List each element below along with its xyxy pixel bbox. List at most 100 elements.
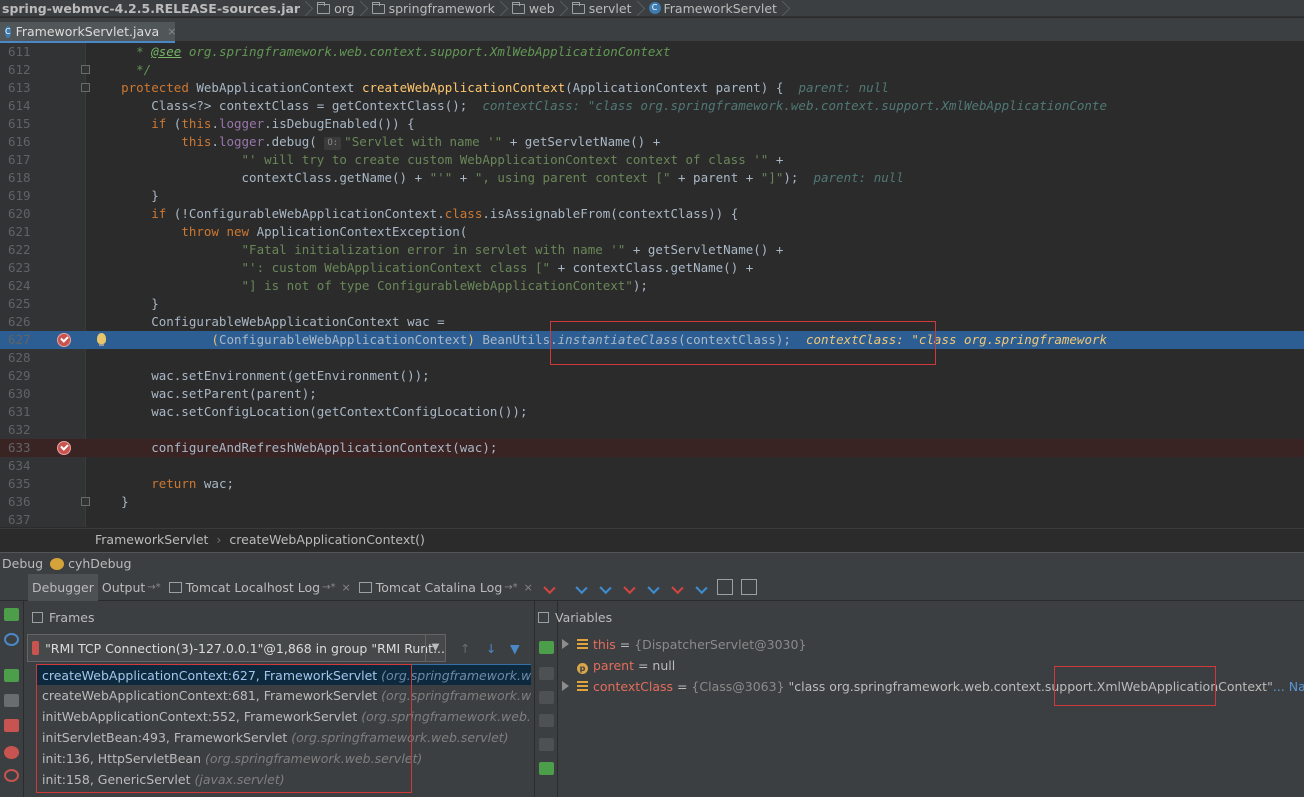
breadcrumb-arrow-icon: › bbox=[216, 531, 222, 547]
step-out-icon[interactable] bbox=[645, 579, 661, 595]
frames-title: Frames bbox=[49, 609, 95, 625]
move-down-icon[interactable] bbox=[539, 714, 554, 727]
folder-icon bbox=[317, 2, 331, 14]
code-line: 635 return wac; bbox=[0, 475, 1304, 493]
thread-label: "RMI TCP Connection(3)-127.0.0.1"@1,868 … bbox=[45, 640, 445, 656]
breadcrumb-springframework[interactable]: springframework bbox=[369, 0, 499, 16]
breadcrumb-separator bbox=[781, 0, 789, 16]
code-text: return wac; bbox=[151, 476, 235, 491]
line-number: 628 bbox=[8, 350, 31, 365]
code-line: 617 "' will try to create custom WebAppl… bbox=[0, 151, 1304, 169]
breadcrumb-web[interactable]: web bbox=[509, 0, 559, 16]
tab-label: Output bbox=[101, 579, 146, 595]
code-text: wac.setConfigLocation(getContextConfigLo… bbox=[91, 404, 528, 419]
drop-frame-icon[interactable] bbox=[669, 579, 685, 595]
line-number: 627 bbox=[8, 332, 31, 347]
tab-output[interactable]: Output →* bbox=[98, 574, 165, 601]
copy-icon[interactable] bbox=[539, 738, 554, 751]
fold-icon[interactable] bbox=[81, 497, 90, 506]
code-editor[interactable]: 611 * @see org.springframework.web.conte… bbox=[0, 43, 1304, 527]
rerun-icon[interactable] bbox=[4, 608, 19, 621]
breadcrumb-jar[interactable]: spring-webmvc-4.2.5.RELEASE-sources.jar bbox=[0, 0, 304, 16]
stop-icon[interactable] bbox=[4, 719, 19, 732]
variable-row[interactable]: this = {DispatcherServlet@3030} bbox=[562, 634, 806, 655]
breadcrumb-servlet[interactable]: servlet bbox=[569, 0, 636, 16]
force-step-into-icon[interactable] bbox=[621, 579, 637, 595]
remove-watch-icon[interactable] bbox=[539, 667, 554, 680]
line-number: 622 bbox=[8, 242, 31, 257]
close-icon[interactable]: × bbox=[342, 581, 351, 594]
breadcrumb-method[interactable]: createWebApplicationContext() bbox=[229, 532, 425, 547]
javadoc-tag: @see bbox=[151, 44, 182, 59]
inline-debug-value: parent: null bbox=[813, 170, 904, 185]
tab-tomcat-catalina-log[interactable]: Tomcat Catalina Log →* × bbox=[355, 574, 537, 601]
code-line: 616 this.logger.debug( O: "Servlet with n… bbox=[0, 133, 1304, 151]
view-breakpoints-icon[interactable] bbox=[4, 746, 19, 759]
pin-icon: →* bbox=[322, 581, 336, 593]
debug-window-title: Debug cyhDebug bbox=[0, 552, 1304, 574]
expand-icon[interactable] bbox=[562, 639, 569, 649]
variable-name: contextClass bbox=[593, 679, 673, 694]
tab-label: Debugger bbox=[32, 579, 94, 595]
class-icon: C bbox=[5, 25, 11, 38]
lightbulb-icon[interactable] bbox=[97, 333, 106, 346]
resume-icon[interactable] bbox=[4, 669, 19, 682]
step-over-icon[interactable] bbox=[573, 579, 589, 595]
breadcrumb-class[interactable]: FrameworkServlet bbox=[95, 532, 208, 547]
line-number: 616 bbox=[8, 134, 31, 149]
variable-row[interactable]: p parent = null bbox=[562, 655, 675, 676]
folder-icon bbox=[371, 2, 385, 14]
tab-frameworkservlet[interactable]: C FrameworkServlet.java × bbox=[0, 22, 176, 44]
thread-selector[interactable]: "RMI TCP Connection(3)-127.0.0.1"@1,868 … bbox=[27, 634, 446, 662]
trace-icon[interactable] bbox=[740, 579, 757, 595]
equals-sign: = bbox=[633, 658, 653, 673]
field-icon bbox=[577, 639, 588, 650]
code-line: 620 if (!ConfigurableWebApplicationConte… bbox=[0, 205, 1304, 223]
step-into-icon[interactable] bbox=[597, 579, 613, 595]
variables-header: Variables bbox=[534, 606, 834, 628]
fold-icon[interactable] bbox=[81, 83, 90, 92]
close-icon[interactable]: × bbox=[524, 581, 533, 594]
variable-name: parent bbox=[593, 658, 634, 673]
fold-icon[interactable] bbox=[81, 65, 90, 74]
breakpoint-icon[interactable] bbox=[57, 441, 71, 455]
line-number: 625 bbox=[8, 296, 31, 311]
line-number: 617 bbox=[8, 152, 31, 167]
tab-tomcat-localhost-log[interactable]: Tomcat Localhost Log →* × bbox=[165, 574, 355, 601]
arrow-up-icon[interactable]: ↑ bbox=[460, 641, 474, 656]
chevron-down-icon[interactable]: ▼ bbox=[425, 635, 445, 661]
refresh-icon[interactable] bbox=[4, 633, 19, 646]
breadcrumb-frameworkservlet[interactable]: C FrameworkServlet bbox=[646, 0, 781, 16]
code-text: } bbox=[91, 188, 159, 203]
expand-icon[interactable] bbox=[562, 681, 569, 691]
line-number: 636 bbox=[8, 494, 31, 509]
line-number: 620 bbox=[8, 206, 31, 221]
breadcrumb-label: servlet bbox=[588, 0, 632, 16]
breakpoint-icon[interactable] bbox=[57, 333, 71, 347]
run-to-cursor-icon[interactable] bbox=[693, 579, 709, 595]
code-line: 631 wac.setConfigLocation(getContextConf… bbox=[0, 403, 1304, 421]
code-text: throw new ApplicationContextException( bbox=[181, 224, 468, 239]
filter-icon[interactable]: ▼ bbox=[510, 641, 524, 656]
code-line: 624 "] is not of type ConfigurableWebApp… bbox=[0, 277, 1304, 295]
highlight-box bbox=[1054, 666, 1216, 706]
arrow-down-icon[interactable]: ↓ bbox=[486, 641, 500, 656]
mute-breakpoints-icon[interactable] bbox=[4, 769, 19, 782]
navigate-link[interactable]: ... Navigate bbox=[1273, 679, 1304, 694]
show-execution-point-icon[interactable] bbox=[541, 579, 557, 595]
pause-icon[interactable] bbox=[4, 694, 19, 707]
tab-debugger[interactable]: Debugger bbox=[28, 573, 98, 601]
breadcrumb-label: web bbox=[528, 0, 555, 16]
close-icon[interactable]: × bbox=[167, 25, 176, 38]
move-up-icon[interactable] bbox=[539, 691, 554, 704]
navigation-bar: spring-webmvc-4.2.5.RELEASE-sources.jar … bbox=[0, 0, 1304, 17]
show-watches-icon[interactable] bbox=[539, 762, 554, 775]
editor-tab-bar bbox=[0, 18, 1304, 42]
thread-icon bbox=[32, 641, 40, 655]
code-text: contextClass.getName() + "'" + ", using … bbox=[91, 170, 904, 185]
code-text: protected WebApplicationContext createWe… bbox=[121, 80, 889, 95]
evaluate-expression-icon[interactable] bbox=[716, 579, 733, 595]
breakpoint-line: 633 configureAndRefreshWebApplicationCon… bbox=[0, 439, 1304, 457]
add-watch-icon[interactable] bbox=[539, 641, 554, 654]
code-line: 632 bbox=[0, 421, 1304, 439]
